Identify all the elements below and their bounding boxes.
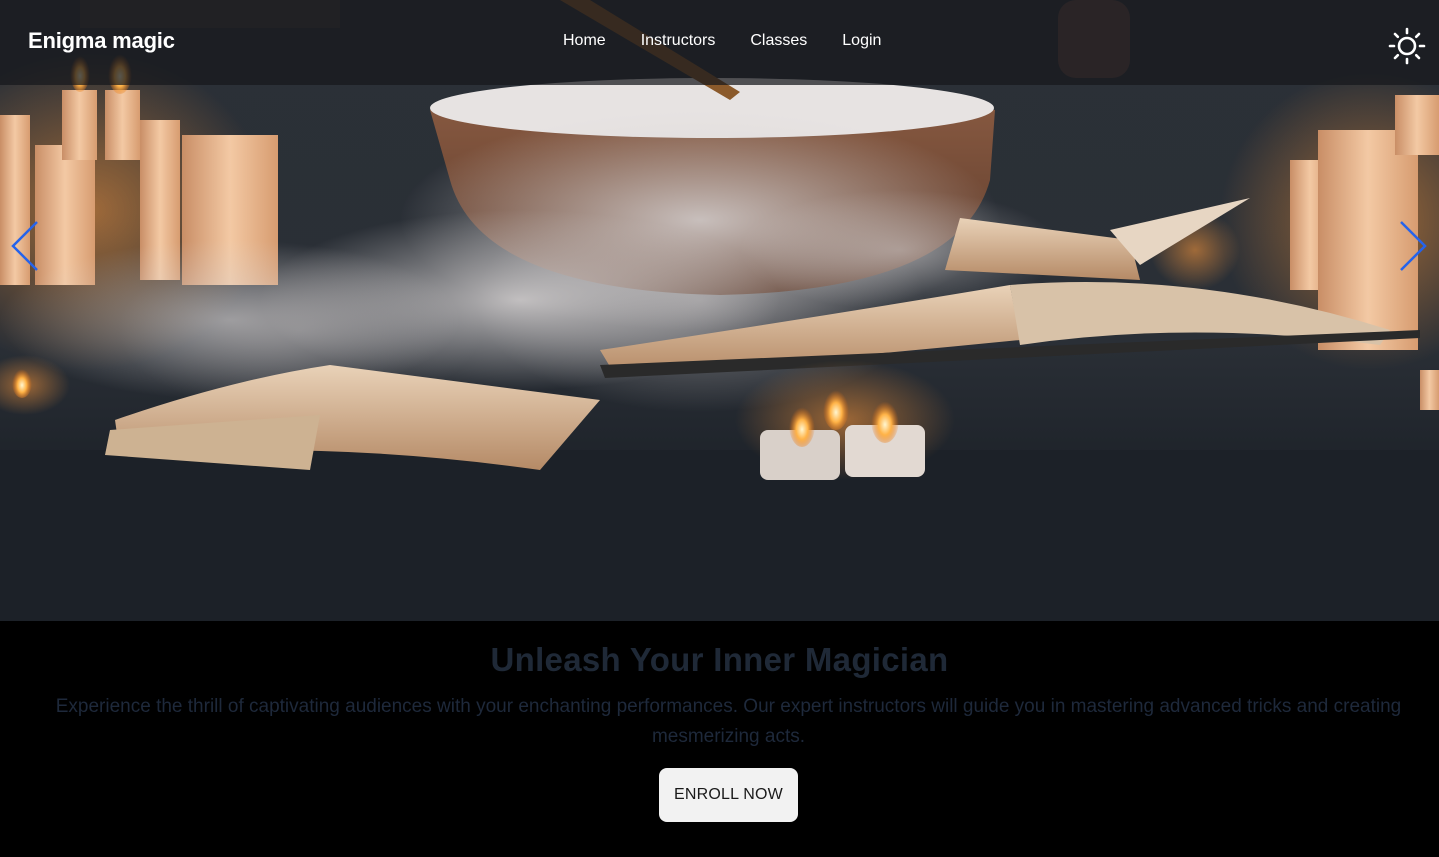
landing-page: Enigma magic Home Instructors Classes Lo… <box>0 0 1439 857</box>
nav-link-home[interactable]: Home <box>563 32 606 50</box>
carousel-next-button[interactable] <box>1398 220 1428 272</box>
brand-logo[interactable]: Enigma magic <box>28 28 175 54</box>
nav-link-instructors[interactable]: Instructors <box>641 32 716 50</box>
chevron-right-icon <box>1400 221 1427 271</box>
hero-content: Unleash Your Inner Magician Experience t… <box>0 621 1439 857</box>
hero-image <box>0 0 1439 621</box>
enroll-now-button[interactable]: ENROLL NOW <box>659 768 798 822</box>
hero-headline: Unleash Your Inner Magician <box>490 641 949 678</box>
nav-links: Home Instructors Classes Login <box>563 32 916 50</box>
carousel-prev-button[interactable] <box>10 220 40 272</box>
sun-icon <box>1388 27 1426 65</box>
hero-description: Experience the thrill of captivating aud… <box>55 696 1402 747</box>
theme-toggle-button[interactable] <box>1388 27 1426 65</box>
hero-illustration <box>0 0 1439 621</box>
nav-link-login[interactable]: Login <box>842 32 881 50</box>
nav-link-classes[interactable]: Classes <box>750 32 807 50</box>
chevron-left-icon <box>11 221 38 271</box>
top-navbar: Enigma magic Home Instructors Classes Lo… <box>0 0 1439 85</box>
